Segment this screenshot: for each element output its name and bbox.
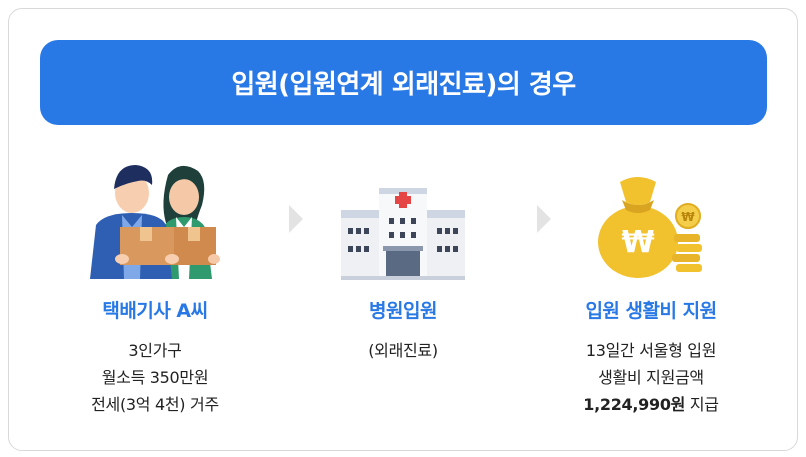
step-details: 13일간 서울형 입원 생활비 지원금액 1,224,990원 지급 — [541, 337, 761, 418]
support-amount: 1,224,990원 — [583, 395, 686, 414]
step-title: 입원 생활비 지원 — [585, 300, 717, 322]
step-details: (외래진료) — [293, 337, 513, 364]
amount-suffix: 지급 — [685, 395, 719, 414]
hospital-icon — [293, 150, 513, 280]
detail-line: 월소득 350만원 — [101, 368, 209, 387]
money-bag-icon: ₩ ₩ — [541, 150, 761, 280]
detail-line: 전세(3억 4천) 거주 — [91, 395, 219, 414]
step-support: ₩ ₩ 입원 생활비 지원 13일간 서울형 입원 생활비 지원금액 1,224… — [541, 150, 761, 418]
svg-text:₩: ₩ — [621, 225, 654, 260]
detail-line: 13일간 서울형 입원 — [585, 341, 717, 360]
detail-line-amount: 1,224,990원 지급 — [541, 391, 761, 418]
step-details: 3인가구 월소득 350만원 전세(3억 4천) 거주 — [45, 337, 265, 418]
detail-line: 생활비 지원금액 — [598, 368, 704, 387]
step-title: 택배기사 A씨 — [102, 300, 208, 322]
banner-title: 입원(입원연계 외래진료)의 경우 — [231, 70, 576, 100]
detail-line: 3인가구 — [128, 341, 182, 360]
svg-text:₩: ₩ — [681, 210, 695, 224]
step-person: 택배기사 A씨 3인가구 월소득 350만원 전세(3억 4천) 거주 — [45, 150, 265, 418]
step-hospital: 병원입원 (외래진료) — [293, 150, 513, 364]
header-banner: 입원(입원연계 외래진료)의 경우 — [40, 40, 767, 125]
detail-line: (외래진료) — [368, 341, 438, 360]
step-title: 병원입원 — [369, 300, 437, 322]
delivery-workers-illustration — [45, 150, 265, 280]
